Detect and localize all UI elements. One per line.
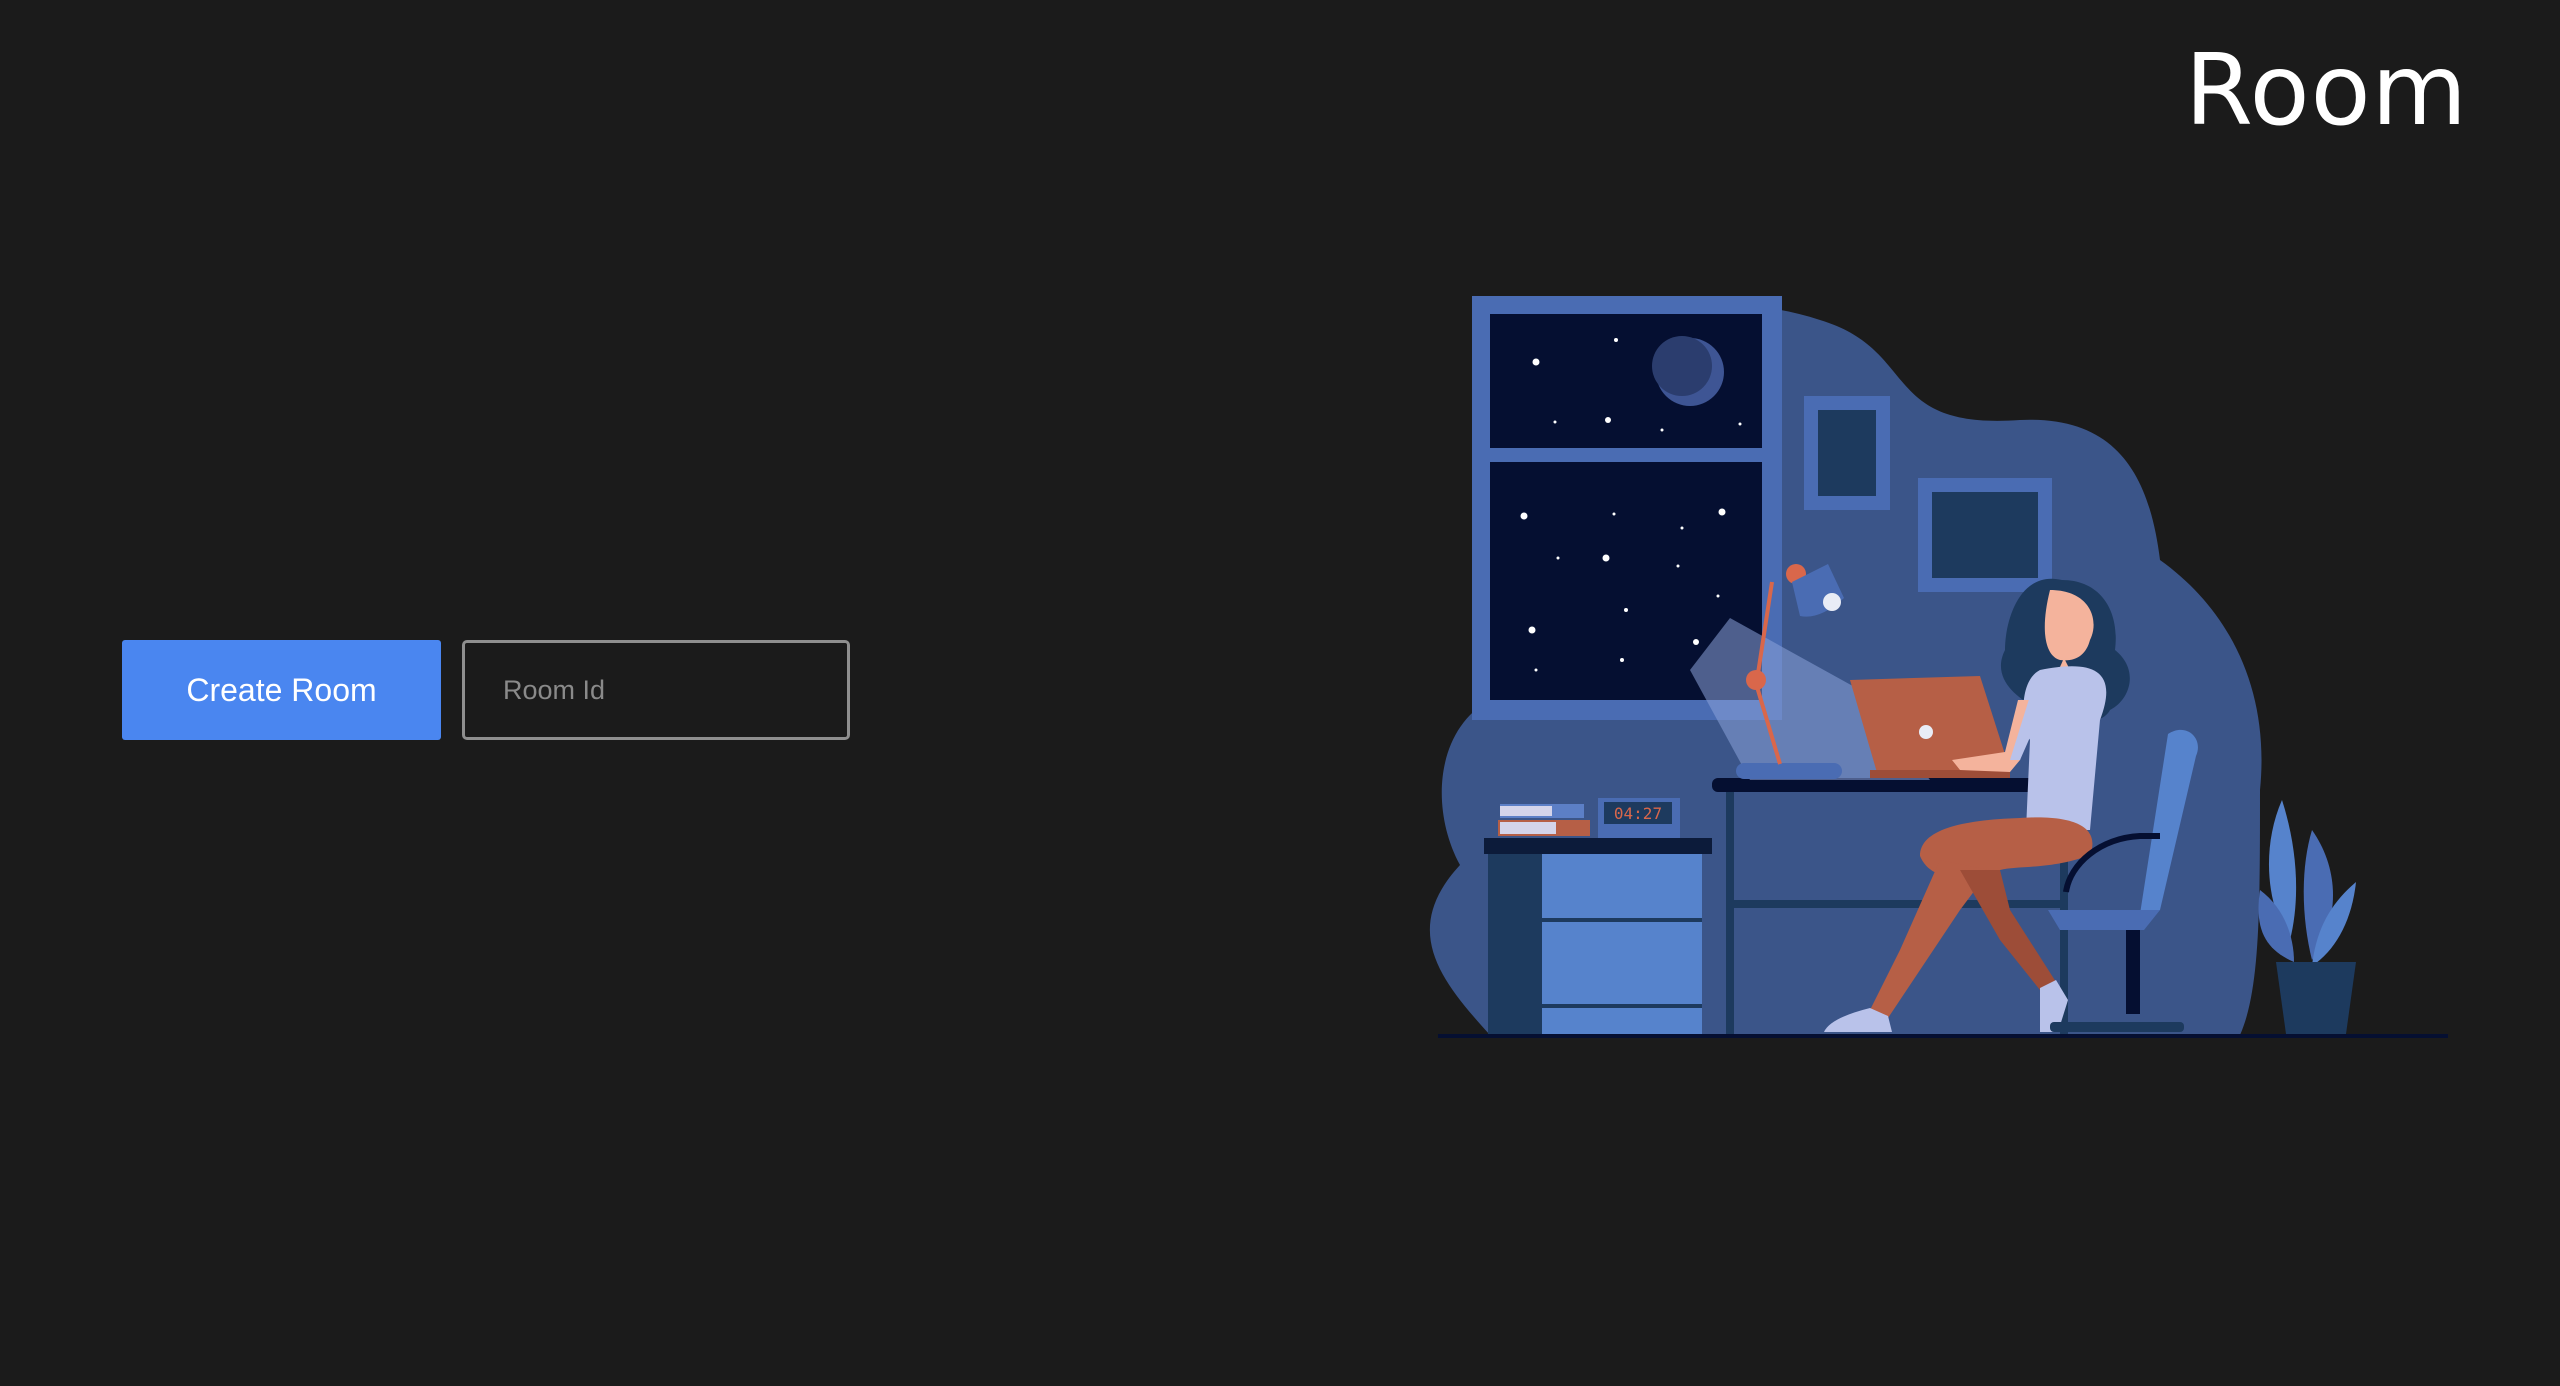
clock-time: 04:27 xyxy=(1614,804,1662,823)
floor-line xyxy=(1438,1034,2448,1038)
cabinet-top xyxy=(1484,838,1712,854)
alarm-clock: 04:27 xyxy=(1598,798,1680,838)
room-page: Room Create Room Room Id 04:27 xyxy=(0,0,2560,1386)
cabinet-body xyxy=(1488,854,1542,1036)
create-room-button[interactable]: Create Room xyxy=(122,640,441,740)
room-controls: Create Room xyxy=(122,640,850,740)
room-id-input[interactable] xyxy=(462,640,850,740)
page-title: Room xyxy=(2184,34,2468,148)
night-workspace-illustration: 04:27 xyxy=(1429,296,2448,1038)
plant-icon xyxy=(2258,800,2356,1034)
